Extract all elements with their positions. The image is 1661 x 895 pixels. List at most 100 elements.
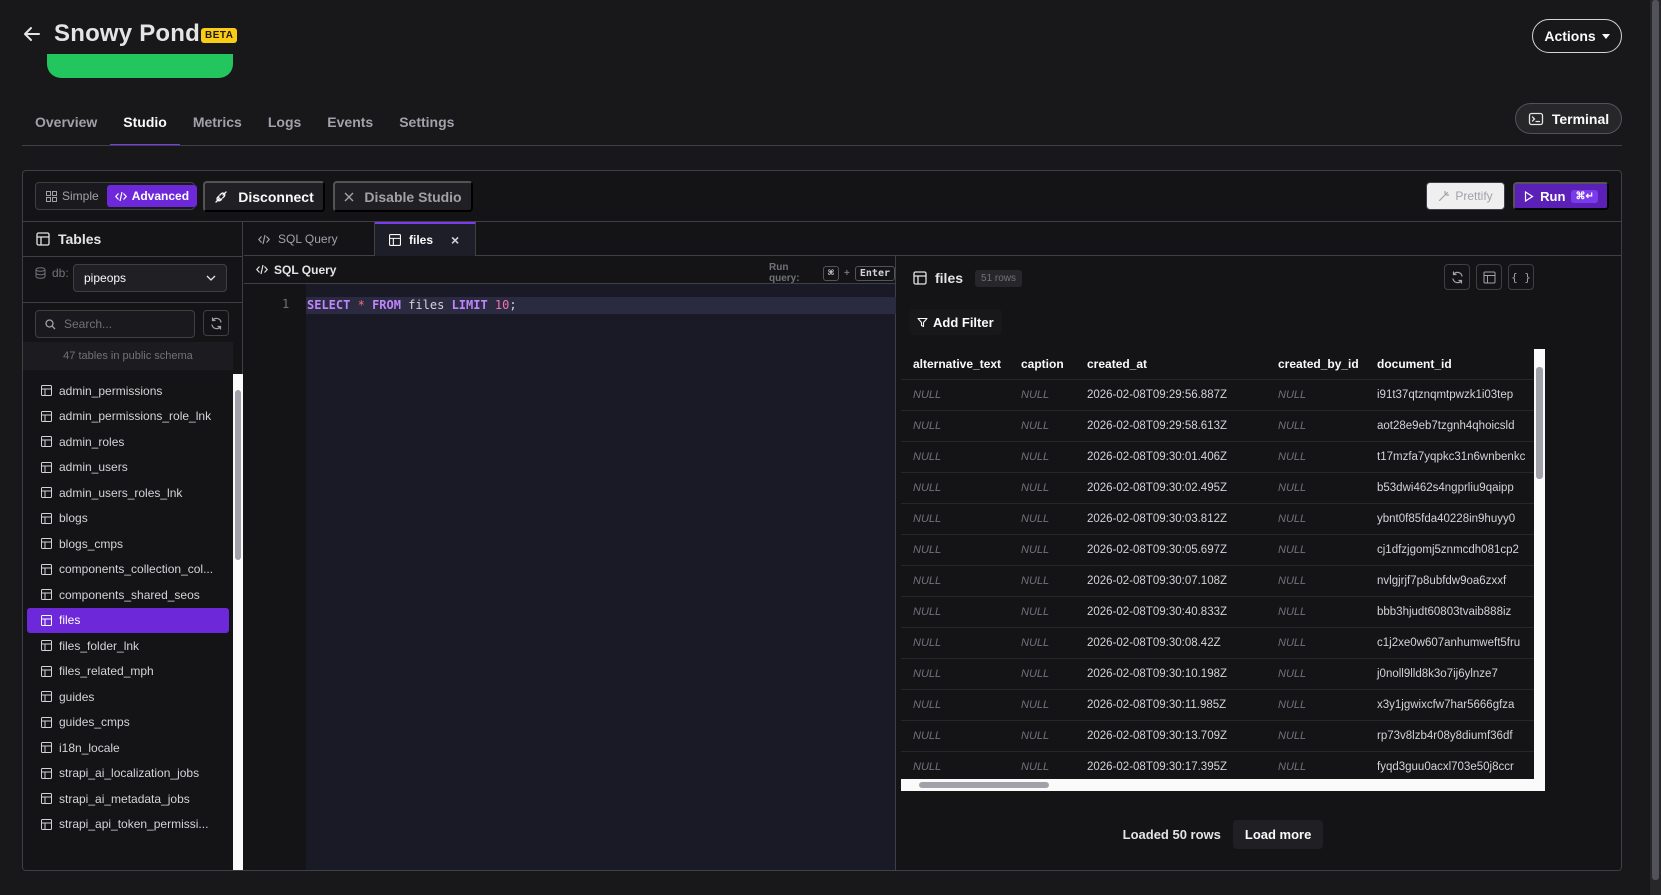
table-cell[interactable]: NULL xyxy=(901,389,1009,401)
table-item[interactable]: guides_cmps xyxy=(27,710,229,736)
table-row[interactable]: NULL NULL 2026-02-08T09:30:11.985Z NULL x3y1… xyxy=(901,690,1534,721)
table-row[interactable]: NULL NULL 2026-02-08T09:30:02.495Z NULL b53d… xyxy=(901,473,1534,504)
table-cell[interactable]: ybnt0f85fda40228in9huyy0 xyxy=(1365,513,1534,525)
table-item[interactable]: guides xyxy=(27,684,229,710)
table-cell[interactable]: NULL xyxy=(1009,668,1075,680)
table-cell[interactable]: NULL xyxy=(901,668,1009,680)
table-item[interactable]: admin_roles xyxy=(27,429,229,455)
table-cell[interactable]: NULL xyxy=(1266,637,1365,649)
table-cell[interactable]: NULL xyxy=(1009,637,1075,649)
table-item[interactable]: strapi_api_token_permissi... xyxy=(27,812,229,838)
table-row[interactable]: NULL NULL 2026-02-08T09:30:07.108Z NULL nvlg… xyxy=(901,566,1534,597)
table-cell[interactable]: 2026-02-08T09:30:01.406Z xyxy=(1075,451,1266,463)
sidebar-scrollbar[interactable] xyxy=(233,374,243,870)
table-cell[interactable]: fyqd3guu0acxl703e50j8ccr xyxy=(1365,761,1534,773)
add-filter-button[interactable]: Add Filter xyxy=(909,309,1002,335)
json-view-button[interactable]: { } xyxy=(1508,264,1534,290)
table-cell[interactable]: NULL xyxy=(1266,575,1365,587)
table-item[interactable]: files_related_mph xyxy=(27,659,229,685)
results-vertical-scrollbar[interactable] xyxy=(1534,349,1545,779)
table-item[interactable]: admin_permissions xyxy=(27,378,229,404)
table-cell[interactable]: nvlgjrjf7p8ubfdw9oa6zxxf xyxy=(1365,575,1534,587)
table-cell[interactable]: NULL xyxy=(901,544,1009,556)
run-button[interactable]: Run ⌘↵ xyxy=(1513,182,1609,210)
table-cell[interactable]: b53dwi462s4ngprliu9qaipp xyxy=(1365,482,1534,494)
table-row[interactable]: NULL NULL 2026-02-08T09:30:13.709Z NULL rp73… xyxy=(901,721,1534,752)
table-cell[interactable]: 2026-02-08T09:30:13.709Z xyxy=(1075,730,1266,742)
table-row[interactable]: NULL NULL 2026-02-08T09:29:56.887Z NULL i91t… xyxy=(901,380,1534,411)
scrollbar-thumb[interactable] xyxy=(1536,367,1543,479)
table-cell[interactable]: 2026-02-08T09:29:56.887Z xyxy=(1075,389,1266,401)
table-cell[interactable]: 2026-02-08T09:30:17.395Z xyxy=(1075,761,1266,773)
table-item[interactable]: files_folder_lnk xyxy=(27,633,229,659)
table-cell[interactable]: 2026-02-08T09:30:03.812Z xyxy=(1075,513,1266,525)
column-header[interactable]: caption xyxy=(1009,357,1075,371)
table-cell[interactable]: NULL xyxy=(1009,389,1075,401)
table-row[interactable]: NULL NULL 2026-02-08T09:29:58.613Z NULL aot2… xyxy=(901,411,1534,442)
column-header[interactable]: document_id xyxy=(1365,357,1534,371)
scrollbar-thumb[interactable] xyxy=(1652,0,1659,880)
table-item[interactable]: admin_users_roles_lnk xyxy=(27,480,229,506)
table-row[interactable]: NULL NULL 2026-02-08T09:30:17.395Z NULL fyqd… xyxy=(901,752,1534,779)
table-cell[interactable]: NULL xyxy=(1266,699,1365,711)
table-item[interactable]: components_shared_seos xyxy=(27,582,229,608)
table-cell[interactable]: NULL xyxy=(901,606,1009,618)
table-cell[interactable]: cj1dfzjgomj5znmcdh081cp2 xyxy=(1365,544,1534,556)
refresh-tables-button[interactable] xyxy=(203,310,229,336)
table-cell[interactable]: NULL xyxy=(1266,513,1365,525)
load-more-button[interactable]: Load more xyxy=(1232,819,1324,849)
table-cell[interactable]: NULL xyxy=(1009,730,1075,742)
scrollbar-thumb[interactable] xyxy=(919,782,1049,788)
table-cell[interactable]: 2026-02-08T09:30:08.42Z xyxy=(1075,637,1266,649)
page-scrollbar[interactable] xyxy=(1650,0,1661,895)
table-cell[interactable]: NULL xyxy=(1266,482,1365,494)
table-cell[interactable]: NULL xyxy=(1266,761,1365,773)
table-item[interactable]: strapi_ai_localization_jobs xyxy=(27,761,229,787)
table-cell[interactable]: NULL xyxy=(1266,451,1365,463)
search-input[interactable] xyxy=(64,317,184,331)
table-row[interactable]: NULL NULL 2026-02-08T09:30:10.198Z NULL j0no… xyxy=(901,659,1534,690)
table-cell[interactable]: NULL xyxy=(1009,544,1075,556)
db-select[interactable]: pipeops xyxy=(73,264,227,292)
table-cell[interactable]: NULL xyxy=(901,637,1009,649)
table-cell[interactable]: NULL xyxy=(901,699,1009,711)
table-cell[interactable]: 2026-02-08T09:30:11.985Z xyxy=(1075,699,1266,711)
table-item[interactable]: strapi_ai_metadata_jobs xyxy=(27,786,229,812)
tab-overview[interactable]: Overview xyxy=(22,100,110,146)
table-item[interactable]: blogs xyxy=(27,506,229,532)
table-cell[interactable]: NULL xyxy=(1266,730,1365,742)
table-cell[interactable]: t17mzfa7yqpkc31n6wnbenkc xyxy=(1365,451,1534,463)
table-item[interactable]: admin_users xyxy=(27,455,229,481)
table-cell[interactable]: NULL xyxy=(901,761,1009,773)
table-cell[interactable]: j0noll9lld8k3o7ij6ylnze7 xyxy=(1365,668,1534,680)
table-view-button[interactable] xyxy=(1476,264,1502,290)
tab-sql-query[interactable]: SQL Query xyxy=(244,222,375,256)
table-cell[interactable]: c1j2xe0w607anhumweft5fru xyxy=(1365,637,1534,649)
back-arrow-icon[interactable] xyxy=(20,22,44,46)
sql-code[interactable]: SELECT * FROM files LIMIT 10; xyxy=(307,298,517,312)
tab-files[interactable]: files × xyxy=(375,222,476,256)
actions-button[interactable]: Actions xyxy=(1532,19,1622,53)
table-cell[interactable]: NULL xyxy=(1266,668,1365,680)
table-cell[interactable]: NULL xyxy=(1009,451,1075,463)
table-cell[interactable]: i91t37qtznqmtpwzk1i03tep xyxy=(1365,389,1534,401)
table-row[interactable]: NULL NULL 2026-02-08T09:30:08.42Z NULL c1j2x… xyxy=(901,628,1534,659)
table-item[interactable]: admin_permissions_role_lnk xyxy=(27,404,229,430)
table-item[interactable]: i18n_locale xyxy=(27,735,229,761)
column-header[interactable]: created_by_id xyxy=(1266,357,1365,371)
tab-settings[interactable]: Settings xyxy=(386,100,467,146)
tab-studio[interactable]: Studio xyxy=(110,100,180,146)
terminal-button[interactable]: Terminal xyxy=(1515,103,1622,134)
table-cell[interactable]: NULL xyxy=(1009,699,1075,711)
table-item[interactable]: blogs_cmps xyxy=(27,531,229,557)
table-cell[interactable]: bbb3hjudt60803tvaib888iz xyxy=(1365,606,1534,618)
table-row[interactable]: NULL NULL 2026-02-08T09:30:03.812Z NULL ybnt… xyxy=(901,504,1534,535)
table-item-selected[interactable]: files xyxy=(27,607,229,633)
table-cell[interactable]: NULL xyxy=(901,482,1009,494)
column-header[interactable]: created_at xyxy=(1075,357,1266,371)
table-cell[interactable]: 2026-02-08T09:30:10.198Z xyxy=(1075,668,1266,680)
table-row[interactable]: NULL NULL 2026-02-08T09:30:01.406Z NULL t17m… xyxy=(901,442,1534,473)
table-cell[interactable]: NULL xyxy=(1009,482,1075,494)
simple-mode-button[interactable]: Simple xyxy=(38,185,107,207)
disconnect-button[interactable]: Disconnect xyxy=(203,181,325,212)
